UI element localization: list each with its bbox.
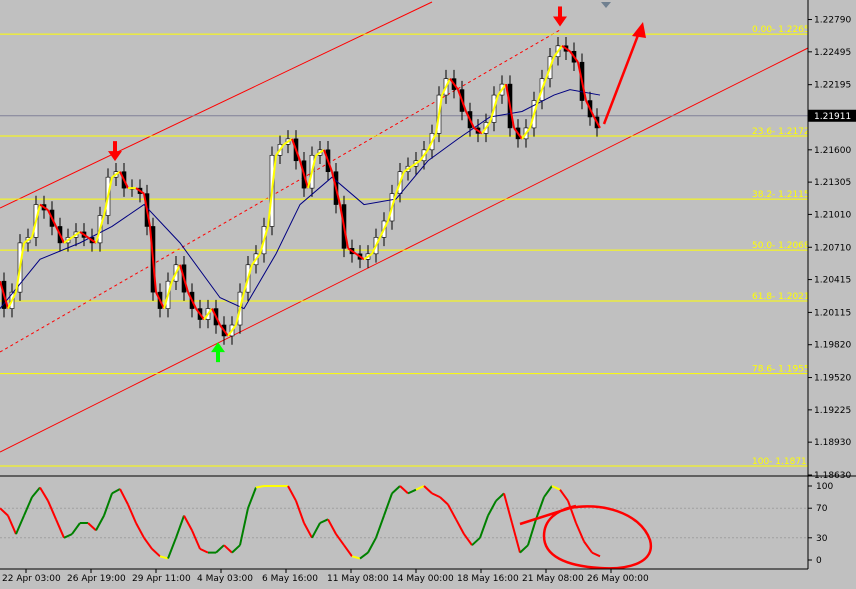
main-pane: 0.00- 1.22657 23.6- 1.21726 38.2- 1.21150 5… [0,0,816,475]
current-price-label: 1.21911 [814,112,851,122]
fib-level-label: 23.6- 1.21726 [752,127,816,137]
price-tick-label: 1.21305 [814,178,851,188]
sell-arrow-shaft [558,6,562,18]
fib-level-label: 38.2- 1.21150 [752,190,816,200]
price-tick-label: 1.22790 [814,16,851,26]
time-tick-label: 26 Apr 19:00 [67,574,126,584]
chart-window: 0.00- 1.22657 23.6- 1.21726 38.2- 1.21150 5… [0,0,856,589]
sell-arrow-shaft [113,141,117,153]
time-tick-label: 6 May 16:00 [262,574,318,584]
price-tick-label: 1.20415 [814,276,851,286]
time-tick-label: 4 May 03:00 [197,574,253,584]
fib-level-label: 0.00- 1.22657 [752,25,815,35]
oscillator-tick-label: 30 [816,534,828,544]
price-tick-label: 1.19520 [814,374,851,384]
time-tick-label: 14 May 00:00 [392,574,454,584]
price-tick-label: 1.18930 [814,438,851,448]
forex-chart: 0.00- 1.22657 23.6- 1.21726 38.2- 1.21150 5… [0,0,856,589]
price-tick-label: 1.21600 [814,146,851,156]
price-tick-label: 1.19225 [814,406,851,416]
time-tick-label: 29 Apr 11:00 [132,574,191,584]
fib-level-label: 50.0- 1.20684 [752,241,816,251]
time-tick-label: 11 May 08:00 [327,574,389,584]
price-tick-label: 1.22195 [814,81,851,91]
price-tick-label: 1.21010 [814,210,851,220]
time-tick-label: 22 Apr 03:00 [2,574,61,584]
time-tick-label: 18 May 16:00 [457,574,519,584]
oscillator-tick-label: 0 [816,556,822,566]
oscillator-tick-label: 70 [816,504,828,514]
price-tick-label: 1.20710 [814,243,851,253]
price-tick-label: 1.20115 [814,308,851,318]
price-tick-label: 1.19820 [814,341,851,351]
fib-level-label: 100- 1.18712 [752,457,813,467]
oscillator-tick-label: 100 [816,482,833,492]
fib-level-label: 61.8- 1.20219 [752,292,816,302]
buy-arrow-shaft [216,351,220,363]
price-tick-label: 1.22495 [814,48,851,58]
fib-level-label: 78.6- 1.19556 [752,365,816,375]
main-pane-area [0,0,808,475]
time-tick-label: 21 May 08:00 [522,574,584,584]
time-tick-label: 26 May 00:00 [587,574,649,584]
